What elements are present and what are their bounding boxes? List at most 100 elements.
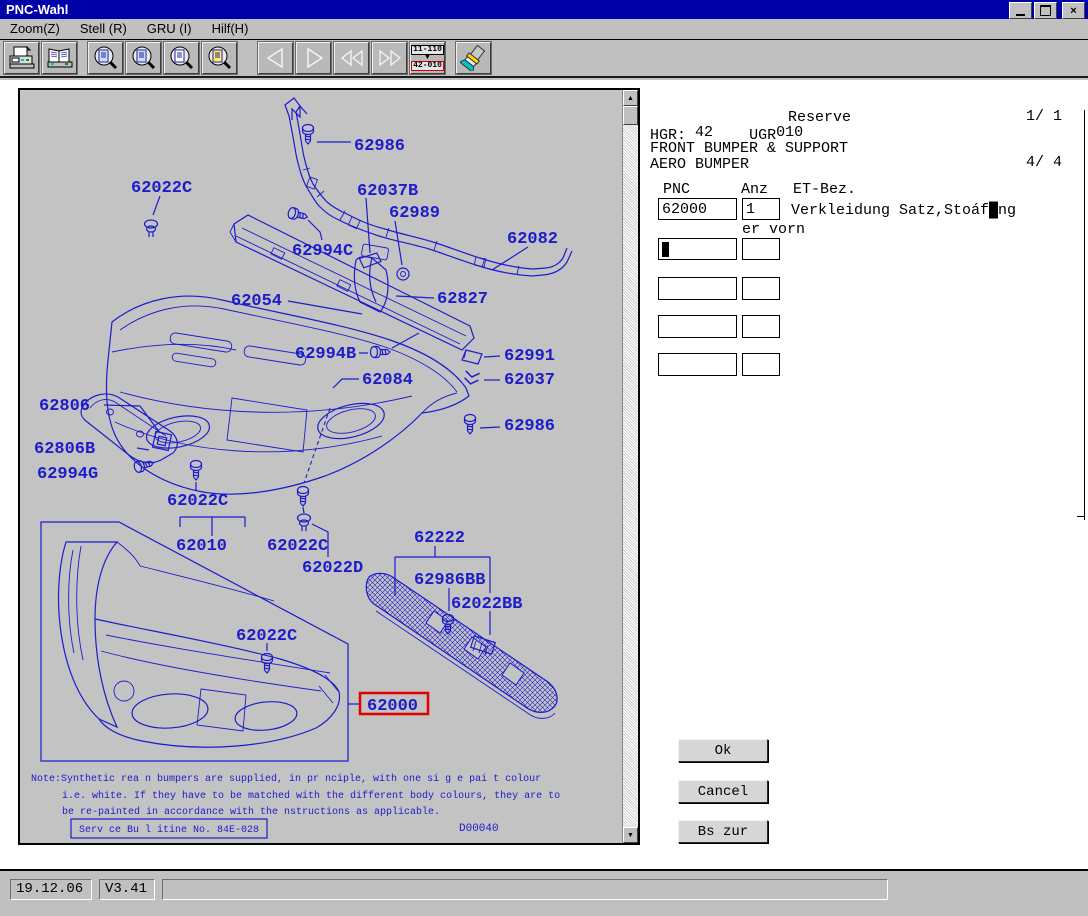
menu-bar: Zoom(Z) Stell (R) GRU (I) Hilf(H) [0, 19, 1088, 40]
diagram-panel: 62986 62022C 62037B 62989 62082 62994C 62054 62… [18, 88, 640, 845]
menu-hilf[interactable]: Hilf(H) [202, 20, 259, 38]
part-label[interactable]: 62037 [504, 371, 555, 390]
pnc-value: 62000 [662, 201, 707, 218]
menu-stell[interactable]: Stell (R) [70, 20, 137, 38]
fast-prev-button[interactable] [334, 42, 369, 74]
scroll-track[interactable] [623, 125, 638, 827]
part-label[interactable]: 62022C [236, 627, 297, 646]
part-label-62000: 62000 [367, 697, 418, 716]
leader-lines [104, 142, 528, 704]
minimize-icon [1016, 14, 1025, 16]
scroll-thumb[interactable] [623, 106, 638, 125]
scroll-up-button[interactable]: ▲ [623, 90, 638, 106]
scroll-up-icon: ▲ [627, 95, 634, 102]
highlighted-part-label[interactable]: 62000 [360, 693, 428, 716]
scroll-down-button[interactable]: ▼ [623, 827, 638, 843]
part-label[interactable]: 62222 [414, 529, 465, 548]
magnifier-document-icon [206, 45, 234, 71]
pnc-input-row4[interactable] [658, 315, 737, 338]
status-version: V3.41 [99, 879, 155, 900]
menu-gru[interactable]: GRU (I) [137, 20, 202, 38]
part-label[interactable]: 62054 [231, 292, 282, 311]
magnifier-document-icon [130, 45, 158, 71]
part-label[interactable]: 62991 [504, 347, 555, 366]
status-bar: 19.12.06 V3.41 [0, 869, 1088, 916]
part-label[interactable]: 62986 [504, 417, 555, 436]
part-label[interactable]: 62806B [34, 440, 95, 459]
column-header-anz: Anz [741, 181, 768, 198]
part-label[interactable]: 62994C [292, 242, 353, 261]
part-label[interactable]: 62022C [131, 179, 192, 198]
highlight-button[interactable] [456, 42, 491, 74]
catalog-button[interactable] [42, 42, 77, 74]
anz-input-row4[interactable] [742, 315, 780, 338]
magnifier-document-icon [92, 45, 120, 71]
back-button[interactable]: Bs zur [678, 820, 768, 843]
note-line: Note:Synthetic rea n bumpers are supplie… [31, 773, 541, 785]
arrow-left-icon [263, 46, 289, 70]
zoom-doc-button-1[interactable] [88, 42, 123, 74]
part-label[interactable]: 62806 [39, 397, 90, 416]
book-icon [46, 45, 74, 71]
pnc-input-row5[interactable] [658, 353, 737, 376]
column-header-pnc: PNC [663, 181, 690, 198]
anz-input-row3[interactable] [742, 277, 780, 300]
service-bulletin-text: Serv ce Bu l itine No. 84E-028 [79, 824, 259, 836]
column-header-et: ET-Bez. [793, 181, 856, 198]
part-description-line1: Verkleidung Satz,Stoáf█ng [791, 202, 1016, 219]
part-label[interactable]: 62022C [267, 537, 328, 556]
note-line: i.e. white. If they have to be matched w… [62, 790, 560, 802]
page-indicator-top: 1/ 1 [1026, 108, 1062, 125]
zoom-doc-button-2[interactable] [126, 42, 161, 74]
group-title: FRONT BUMPER & SUPPORT [650, 140, 848, 157]
anz-input-row1[interactable]: 1 [742, 198, 780, 220]
diagram-scrollbar[interactable]: ▲ ▼ [622, 90, 638, 843]
fast-next-button[interactable] [372, 42, 407, 74]
panel-divider-line [1084, 110, 1085, 520]
menu-zoom[interactable]: Zoom(Z) [0, 20, 70, 38]
part-label[interactable]: 62084 [362, 371, 413, 390]
part-label[interactable]: 62989 [389, 204, 440, 223]
subgroup-title: AERO BUMPER [650, 156, 749, 173]
print-button[interactable] [4, 42, 39, 74]
part-label[interactable]: 62986 [354, 137, 405, 156]
text-cursor [662, 242, 669, 257]
page-indicator-bottom: 4/ 4 [1026, 154, 1062, 171]
printer-icon [8, 45, 36, 71]
part-label[interactable]: 62994G [37, 465, 98, 484]
parts-diagram[interactable]: 62986 62022C 62037B 62989 62082 62994C 62054 62… [20, 90, 622, 843]
next-button[interactable] [296, 42, 331, 74]
pnc-input-row2[interactable] [658, 238, 737, 260]
zoom-doc-button-4[interactable] [202, 42, 237, 74]
pnc-input-row3[interactable] [658, 277, 737, 300]
double-arrow-right-icon [377, 46, 403, 70]
part-label[interactable]: 62827 [437, 290, 488, 309]
part-label[interactable]: 62022BB [451, 595, 522, 614]
part-label[interactable]: 62082 [507, 230, 558, 249]
part-label[interactable]: 62022D [302, 559, 363, 578]
pnc-input-row1[interactable]: 62000 [658, 198, 737, 220]
part-label[interactable]: 62994B [295, 345, 356, 364]
cancel-button[interactable]: Cancel [678, 780, 768, 803]
zoom-doc-button-3[interactable] [164, 42, 199, 74]
flashlight-icon [460, 45, 488, 71]
anz-input-row2[interactable] [742, 238, 780, 260]
part-label[interactable]: 62986BB [414, 571, 485, 590]
anz-input-row5[interactable] [742, 353, 780, 376]
group-select-button[interactable]: 11-110 ▼ 42-010 [410, 42, 445, 74]
ugr-value: 010 [776, 124, 803, 141]
prev-button[interactable] [258, 42, 293, 74]
window-title: PNC-Wahl [0, 2, 68, 17]
panel-divider-tick [1077, 516, 1085, 517]
title-bar: PNC-Wahl × [0, 0, 1088, 19]
pnc-wahl-window: PNC-Wahl × Zoom(Z) Stell (R) GRU (I) Hil… [0, 0, 1088, 916]
part-description-line2: er vorn [742, 221, 805, 238]
part-label[interactable]: 62022C [167, 492, 228, 511]
double-arrow-left-icon [339, 46, 365, 70]
minimize-button[interactable] [1009, 2, 1032, 19]
close-button[interactable]: × [1062, 2, 1085, 19]
maximize-button[interactable] [1034, 2, 1057, 19]
part-label[interactable]: 62010 [176, 537, 227, 556]
part-label[interactable]: 62037B [357, 182, 418, 201]
ok-button[interactable]: Ok [678, 739, 768, 762]
